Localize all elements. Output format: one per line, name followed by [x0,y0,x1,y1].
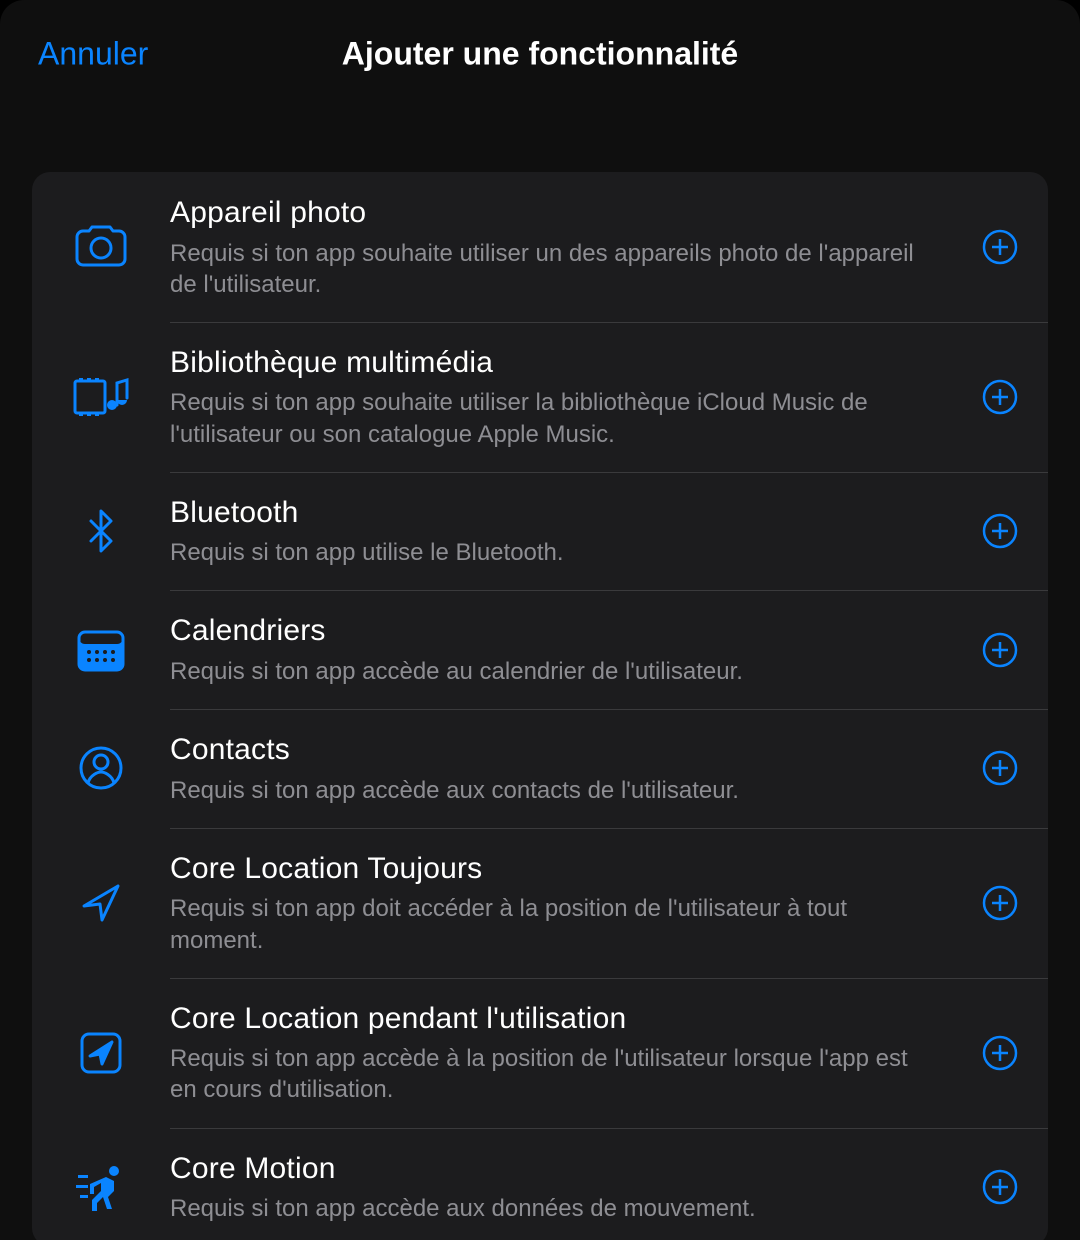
capability-desc: Requis si ton app accède à la position d… [170,1043,930,1105]
contacts-icon [32,744,170,792]
capability-text: Calendriers Requis si ton app accède au … [170,612,974,687]
capability-title: Core Motion [170,1150,954,1188]
sheet-title: Ajouter une fonctionnalité [342,36,738,73]
capability-text: Core Location pendant l'utilisation Requ… [170,1000,974,1106]
plus-circle-icon [982,513,1018,549]
capability-text: Core Motion Requis si ton app accède aux… [170,1150,974,1225]
capability-desc: Requis si ton app utilise le Bluetooth. [170,537,930,568]
sheet-header: Annuler Ajouter une fonctionnalité [0,0,1080,108]
add-button[interactable] [974,505,1026,557]
capability-text: Core Location Toujours Requis si ton app… [170,850,974,956]
capability-list-container: Appareil photo Requis si ton app souhait… [0,108,1080,1240]
camera-icon [32,225,170,269]
capability-title: Core Location pendant l'utilisation [170,1000,954,1038]
capability-row-bluetooth[interactable]: Bluetooth Requis si ton app utilise le B… [32,472,1048,591]
add-button[interactable] [974,1161,1026,1213]
capability-desc: Requis si ton app doit accéder à la posi… [170,893,930,955]
capability-text: Appareil photo Requis si ton app souhait… [170,194,974,300]
capability-title: Bibliothèque multimédia [170,344,954,382]
capability-text: Contacts Requis si ton app accède aux co… [170,731,974,806]
capability-row-calendars[interactable]: Calendriers Requis si ton app accède au … [32,590,1048,709]
capability-text: Bibliothèque multimédia Requis si ton ap… [170,344,974,450]
media-library-icon [32,375,170,419]
capability-title: Core Location Toujours [170,850,954,888]
plus-circle-icon [982,1035,1018,1071]
capability-title: Contacts [170,731,954,769]
add-button[interactable] [974,371,1026,423]
location-square-icon [32,1030,170,1076]
motion-icon [32,1163,170,1211]
capability-title: Appareil photo [170,194,954,232]
add-capability-sheet: Annuler Ajouter une fonctionnalité Appar… [0,0,1080,1240]
capability-row-camera[interactable]: Appareil photo Requis si ton app souhait… [32,172,1048,322]
capability-desc: Requis si ton app accède au calendrier d… [170,656,930,687]
cancel-button[interactable]: Annuler [38,36,148,73]
plus-circle-icon [982,229,1018,265]
capability-desc: Requis si ton app souhaite utiliser un d… [170,238,930,300]
capability-row-core-motion[interactable]: Core Motion Requis si ton app accède aux… [32,1128,1048,1240]
capability-title: Calendriers [170,612,954,650]
plus-circle-icon [982,632,1018,668]
capability-row-core-location-always[interactable]: Core Location Toujours Requis si ton app… [32,828,1048,978]
location-arrow-icon [32,880,170,926]
add-button[interactable] [974,1027,1026,1079]
plus-circle-icon [982,1169,1018,1205]
capability-row-media-library[interactable]: Bibliothèque multimédia Requis si ton ap… [32,322,1048,472]
plus-circle-icon [982,885,1018,921]
add-button[interactable] [974,624,1026,676]
calendar-icon [32,628,170,672]
capability-title: Bluetooth [170,494,954,532]
capability-desc: Requis si ton app souhaite utiliser la b… [170,387,930,449]
capability-row-core-location-when-in-use[interactable]: Core Location pendant l'utilisation Requ… [32,978,1048,1128]
add-button[interactable] [974,221,1026,273]
add-button[interactable] [974,877,1026,929]
plus-circle-icon [982,750,1018,786]
bluetooth-icon [32,507,170,555]
plus-circle-icon [982,379,1018,415]
capability-row-contacts[interactable]: Contacts Requis si ton app accède aux co… [32,709,1048,828]
add-button[interactable] [974,742,1026,794]
capability-text: Bluetooth Requis si ton app utilise le B… [170,494,974,569]
capability-desc: Requis si ton app accède aux données de … [170,1193,930,1224]
capability-desc: Requis si ton app accède aux contacts de… [170,775,930,806]
capability-list: Appareil photo Requis si ton app souhait… [32,172,1048,1240]
